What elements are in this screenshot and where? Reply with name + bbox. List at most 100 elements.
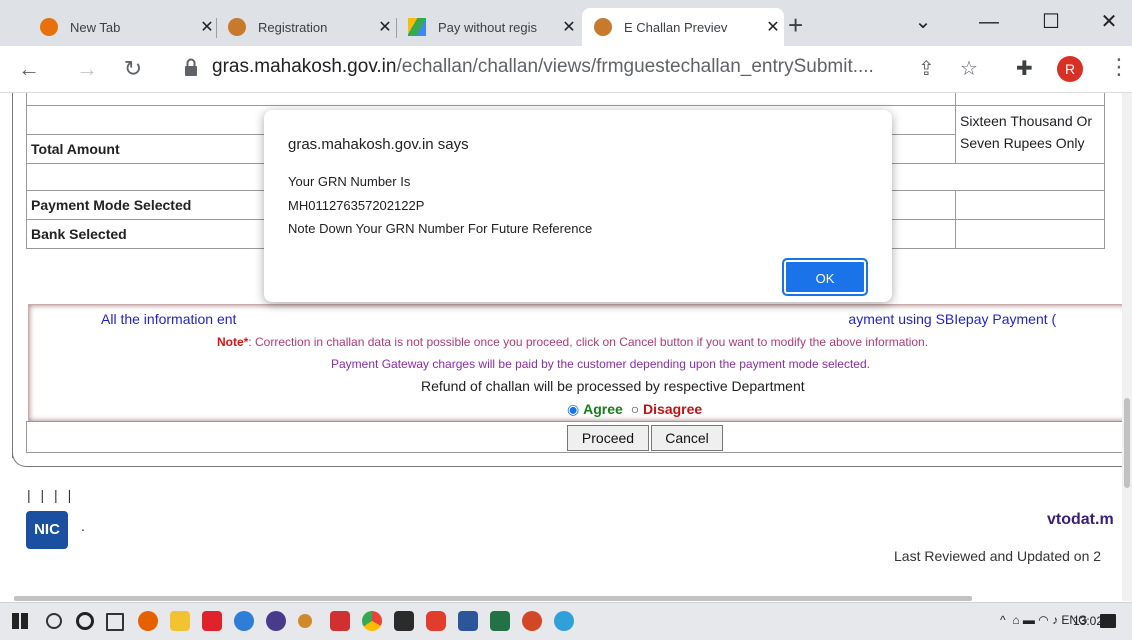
tab-separator xyxy=(216,18,217,38)
table-cell xyxy=(955,93,1105,106)
declaration-box: All the information ent ayment using SBIe… xyxy=(28,304,1132,422)
close-icon[interactable]: ✕ xyxy=(196,17,218,37)
declaration-text: All the information ent ayment using SBIe… xyxy=(101,311,1056,327)
firefox-icon[interactable] xyxy=(138,611,158,631)
url-host: gras.mahakosh.gov.in xyxy=(212,56,397,77)
edge-icon[interactable] xyxy=(554,611,574,631)
emblem-icon xyxy=(594,18,612,36)
horizontal-scroll-thumb[interactable] xyxy=(14,596,972,601)
office-icon[interactable] xyxy=(426,611,446,631)
footer-dot: . xyxy=(81,518,85,534)
proceed-button[interactable]: Proceed xyxy=(567,425,649,451)
footer-separator-bars: | | | | xyxy=(27,487,75,503)
correction-note: Note*: Correction in challan data is not… xyxy=(217,335,928,349)
browser-tab-strip: New Tab ✕ Registration ✕ Pay without reg… xyxy=(0,0,1132,46)
powerpoint-icon[interactable] xyxy=(522,611,542,631)
amount-in-words-cell: Sixteen Thousand Or Seven Rupees Only xyxy=(955,104,1105,164)
reload-icon[interactable]: ↻ xyxy=(118,54,148,84)
amount-words-line2: Seven Rupees Only xyxy=(960,134,1085,151)
dialog-message-line: Note Down Your GRN Number For Future Ref… xyxy=(288,221,593,236)
declaration-text-end: ayment using SBIepay Payment ( xyxy=(848,311,1057,327)
profile-avatar[interactable]: R xyxy=(1057,56,1083,82)
wifi-icon[interactable]: ◠ xyxy=(1038,613,1048,627)
close-icon[interactable]: ✕ xyxy=(374,17,396,37)
note-label: Note* xyxy=(217,335,249,349)
close-icon[interactable]: ✕ xyxy=(558,17,580,37)
volume-icon[interactable]: ♪ xyxy=(1052,613,1058,627)
app-icon[interactable] xyxy=(202,611,222,631)
tab-separator xyxy=(396,18,397,38)
forward-arrow-icon[interactable]: → xyxy=(72,54,102,84)
close-icon[interactable]: ✕ xyxy=(762,17,784,37)
nic-logo: NIC xyxy=(26,511,68,549)
window-close-button[interactable]: ✕ xyxy=(1084,4,1132,40)
agree-radio-group: ◉ Agree ○ Disagree xyxy=(567,401,702,418)
tab-pay-without-registration[interactable]: Pay without regis ✕ xyxy=(402,8,580,46)
url-path: /echallan/challan/views/frmguestechallan… xyxy=(396,56,874,77)
app-icon[interactable] xyxy=(234,611,254,631)
menu-kebab-icon[interactable]: ⋮ xyxy=(1108,54,1130,80)
google-drive-icon xyxy=(408,18,426,36)
browser-toolbar: ← → ↻ gras.mahakosh.gov.in/echallan/chal… xyxy=(0,46,1132,93)
cancel-button[interactable]: Cancel xyxy=(651,425,723,451)
alert-dialog: gras.mahakosh.gov.in says Your GRN Numbe… xyxy=(264,110,892,302)
last-reviewed-text: Last Reviewed and Updated on 2 xyxy=(894,548,1102,564)
vertical-scroll-thumb[interactable] xyxy=(1124,398,1130,488)
payment-mode-value xyxy=(955,189,1105,220)
dialog-title: gras.mahakosh.gov.in says xyxy=(288,136,469,153)
battery-icon[interactable]: ▬ xyxy=(1023,613,1035,627)
excel-icon[interactable] xyxy=(490,611,510,631)
maximize-button[interactable]: ☐ xyxy=(1026,4,1076,40)
chevron-up-icon[interactable]: ^ xyxy=(1000,613,1006,627)
back-arrow-icon[interactable]: ← xyxy=(14,54,44,84)
cortana-icon[interactable] xyxy=(76,612,94,630)
tab-registration[interactable]: Registration ✕ xyxy=(222,8,396,46)
declaration-text-start: All the information ent xyxy=(101,311,237,327)
network-icon[interactable]: ⌂ xyxy=(1012,613,1019,627)
lock-icon[interactable] xyxy=(184,58,198,76)
address-bar[interactable]: gras.mahakosh.gov.in/echallan/challan/vi… xyxy=(212,56,892,78)
pdf-reader-icon[interactable] xyxy=(330,611,350,631)
bookmark-star-icon[interactable]: ☆ xyxy=(960,56,978,81)
clock[interactable]: 13:02 xyxy=(1073,614,1103,628)
disagree-label[interactable]: Disagree xyxy=(643,401,702,417)
minimize-button[interactable]: — xyxy=(964,4,1014,40)
windows-taskbar: ^ ⌂ ▬ ◠ ♪ ENG 13:02 xyxy=(0,602,1132,640)
windows-start-icon[interactable] xyxy=(12,613,28,629)
share-icon[interactable]: ⇪ xyxy=(918,56,935,81)
new-tab-button[interactable]: + xyxy=(788,12,803,38)
notifications-icon[interactable] xyxy=(1100,614,1116,628)
vertical-scrollbar[interactable] xyxy=(1122,93,1132,601)
dialog-message-line: Your GRN Number Is xyxy=(288,174,411,189)
agree-radio[interactable]: ◉ xyxy=(567,401,579,417)
gateway-charges-text: Payment Gateway charges will be paid by … xyxy=(331,357,870,371)
tab-new-tab[interactable]: New Tab ✕ xyxy=(34,8,218,46)
footer-site-name: vtodat.m xyxy=(1047,511,1114,528)
app-icon[interactable] xyxy=(266,611,286,631)
tab-label: Registration xyxy=(258,19,328,35)
tab-label: New Tab xyxy=(70,19,121,35)
action-button-row: Proceed Cancel xyxy=(26,421,1132,453)
app-icon[interactable] xyxy=(394,611,414,631)
refund-text: Refund of challan will be processed by r… xyxy=(421,378,805,394)
task-view-icon[interactable] xyxy=(106,613,124,631)
agree-label[interactable]: Agree xyxy=(583,401,623,417)
emblem-icon xyxy=(228,18,246,36)
bank-selected-value xyxy=(955,218,1105,249)
ok-button[interactable]: OK xyxy=(782,258,868,296)
disagree-radio[interactable]: ○ xyxy=(631,401,639,417)
file-explorer-icon[interactable] xyxy=(170,611,190,631)
extensions-puzzle-icon[interactable]: ✚ xyxy=(1016,56,1033,81)
search-icon[interactable] xyxy=(46,613,62,629)
tab-e-challan-preview[interactable]: E Challan Previev ✕ xyxy=(582,8,784,46)
tab-label: Pay without regis xyxy=(438,19,537,35)
note-text: : Correction in challan data is not poss… xyxy=(248,335,929,349)
chrome-icon[interactable] xyxy=(362,611,382,631)
tab-label: E Challan Previev xyxy=(624,19,728,35)
table-cell xyxy=(26,93,956,106)
tab-search-chevron-icon[interactable]: ⌄ xyxy=(898,4,948,40)
amount-words-line1: Sixteen Thousand Or xyxy=(960,112,1093,129)
grn-number: MH011276357202122P xyxy=(288,198,425,213)
app-icon[interactable] xyxy=(298,614,312,628)
word-icon[interactable] xyxy=(458,611,478,631)
